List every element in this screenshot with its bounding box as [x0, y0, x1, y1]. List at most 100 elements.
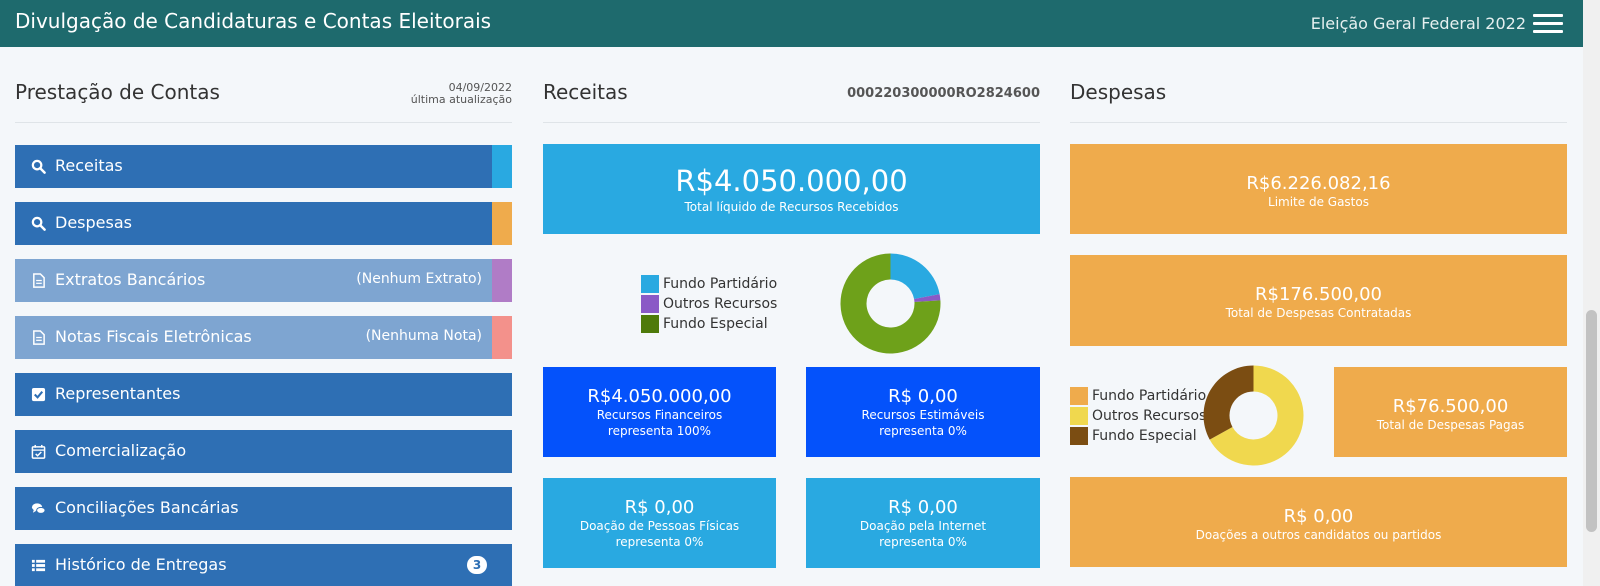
nav-despesas[interactable]: Despesas [15, 202, 512, 245]
nav-historico-entregas[interactable]: Histórico de Entregas 3 [15, 544, 512, 586]
checkbox-icon [31, 387, 46, 402]
calendar-check-icon [31, 444, 46, 459]
card-percent: representa 0% [879, 424, 967, 438]
election-label: Eleição Geral Federal 2022 [1310, 14, 1526, 33]
legend-item: Fundo Especial [641, 314, 777, 334]
legend-label: Fundo Partidário [663, 276, 778, 292]
legend-swatch [1070, 427, 1088, 445]
doacao-pessoas-fisicas-card: R$ 0,00 Doação de Pessoas Físicas repres… [543, 478, 776, 568]
nav-conciliacoes-bancarias[interactable]: Conciliações Bancárias [15, 487, 512, 530]
entregas-count-badge: 3 [467, 556, 487, 574]
top-bar: Divulgação de Candidaturas e Contas Elei… [0, 0, 1583, 47]
donut-slice [1203, 365, 1254, 440]
legend-item: Fundo Partidário [1070, 386, 1206, 406]
legend-label: Fundo Especial [663, 316, 768, 332]
card-label: Total de Despesas Contratadas [1225, 306, 1412, 320]
nav-label: Representantes [55, 384, 181, 403]
doacao-internet-card: R$ 0,00 Doação pela Internet representa … [806, 478, 1040, 568]
legend-label: Outros Recursos [663, 296, 778, 312]
legend-swatch [641, 315, 659, 333]
nav-representantes[interactable]: Representantes [15, 373, 512, 416]
document-icon [33, 273, 45, 288]
recursos-financeiros-card: R$4.050.000,00 Recursos Financeiros repr… [543, 367, 776, 457]
chat-icon [31, 503, 46, 514]
legend-swatch [641, 275, 659, 293]
last-update: 04/09/2022 última atualização [380, 82, 512, 106]
hamburger-menu-icon[interactable] [1533, 14, 1563, 34]
legend-item: Fundo Partidário [641, 274, 777, 294]
document-icon [33, 330, 45, 345]
prestacao-title: Prestação de Contas [15, 80, 220, 104]
card-label: Recursos Financeiros [596, 408, 723, 422]
card-value: R$ 0,00 [1283, 506, 1354, 527]
despesas-title: Despesas [1070, 80, 1167, 104]
nav-note: (Nenhum Extrato) [356, 271, 482, 287]
card-label: Limite de Gastos [1268, 195, 1369, 209]
protocol-number: 000220300000RO2824600 [847, 86, 1040, 101]
doacoes-outros-card: R$ 0,00 Doações a outros candidatos ou p… [1070, 477, 1567, 567]
nav-label: Extratos Bancários [55, 270, 206, 289]
recursos-estimaveis-card: R$ 0,00 Recursos Estimáveis representa 0… [806, 367, 1040, 457]
nav-label: Notas Fiscais Eletrônicas [55, 327, 252, 346]
limite-gastos-card: R$6.226.082,16 Limite de Gastos [1070, 144, 1567, 234]
card-label: Doação de Pessoas Físicas [579, 519, 740, 533]
card-label: Total de Despesas Pagas [1376, 418, 1525, 432]
total-label: Total líquido de Recursos Recebidos [684, 200, 899, 214]
search-icon [31, 159, 46, 174]
card-label: Doações a outros candidatos ou partidos [1195, 528, 1442, 542]
receitas-divider [543, 122, 1040, 123]
card-value: R$4.050.000,00 [587, 386, 732, 407]
card-value: R$6.226.082,16 [1246, 173, 1391, 194]
legend-swatch [1070, 407, 1088, 425]
legend-label: Fundo Especial [1092, 428, 1197, 444]
receitas-legend: Fundo Partidário Outros Recursos Fundo E… [641, 274, 777, 334]
card-value: R$76.500,00 [1392, 396, 1509, 417]
card-label: Recursos Estimáveis [861, 408, 985, 422]
legend-swatch [641, 295, 659, 313]
scrollbar-thumb[interactable] [1586, 310, 1597, 532]
card-value: R$ 0,00 [624, 497, 695, 518]
receitas-stripe [492, 145, 512, 188]
card-percent: representa 0% [879, 535, 967, 549]
prestacao-divider [15, 122, 512, 123]
nav-label: Comercialização [55, 441, 187, 460]
page-scrollbar[interactable] [1583, 0, 1600, 586]
legend-item: Outros Recursos [641, 294, 777, 314]
nav-label: Histórico de Entregas [55, 555, 227, 574]
list-icon [31, 559, 46, 572]
nav-label: Receitas [55, 156, 123, 175]
despesas-legend: Fundo Partidário Outros Recursos Fundo E… [1070, 386, 1206, 446]
donut-slice [890, 253, 940, 300]
notas-stripe [492, 316, 512, 359]
despesas-pagas-card: R$76.500,00 Total de Despesas Pagas [1334, 367, 1567, 457]
legend-swatch [1070, 387, 1088, 405]
nav-extratos-bancarios[interactable]: Extratos Bancários (Nenhum Extrato) [15, 259, 512, 302]
nav-comercializacao[interactable]: Comercialização [15, 430, 512, 473]
despesas-divider [1070, 122, 1567, 123]
total-value: R$4.050.000,00 [675, 164, 908, 198]
legend-label: Fundo Partidário [1092, 388, 1207, 404]
update-label: última atualização [410, 93, 512, 106]
nav-label: Conciliações Bancárias [55, 498, 239, 517]
card-value: R$176.500,00 [1254, 284, 1383, 305]
nav-note: (Nenhuma Nota) [365, 328, 482, 344]
legend-item: Fundo Especial [1070, 426, 1206, 446]
card-value: R$ 0,00 [888, 386, 958, 407]
despesas-donut-chart [1203, 365, 1304, 466]
card-value: R$ 0,00 [888, 497, 958, 518]
card-label: Doação pela Internet [859, 519, 987, 533]
nav-notas-fiscais[interactable]: Notas Fiscais Eletrônicas (Nenhuma Nota) [15, 316, 512, 359]
legend-item: Outros Recursos [1070, 406, 1206, 426]
nav-receitas[interactable]: Receitas [15, 145, 512, 188]
nav-label: Despesas [55, 213, 132, 232]
card-percent: representa 0% [615, 535, 704, 549]
app-title: Divulgação de Candidaturas e Contas Elei… [15, 9, 492, 33]
legend-label: Outros Recursos [1092, 408, 1207, 424]
extratos-stripe [492, 259, 512, 302]
receitas-title: Receitas [543, 80, 628, 104]
receitas-donut-chart [840, 253, 941, 354]
card-percent: representa 100% [607, 424, 712, 438]
despesas-stripe [492, 202, 512, 245]
despesas-contratadas-card: R$176.500,00 Total de Despesas Contratad… [1070, 255, 1567, 346]
total-receitas-card: R$4.050.000,00 Total líquido de Recursos… [543, 144, 1040, 234]
